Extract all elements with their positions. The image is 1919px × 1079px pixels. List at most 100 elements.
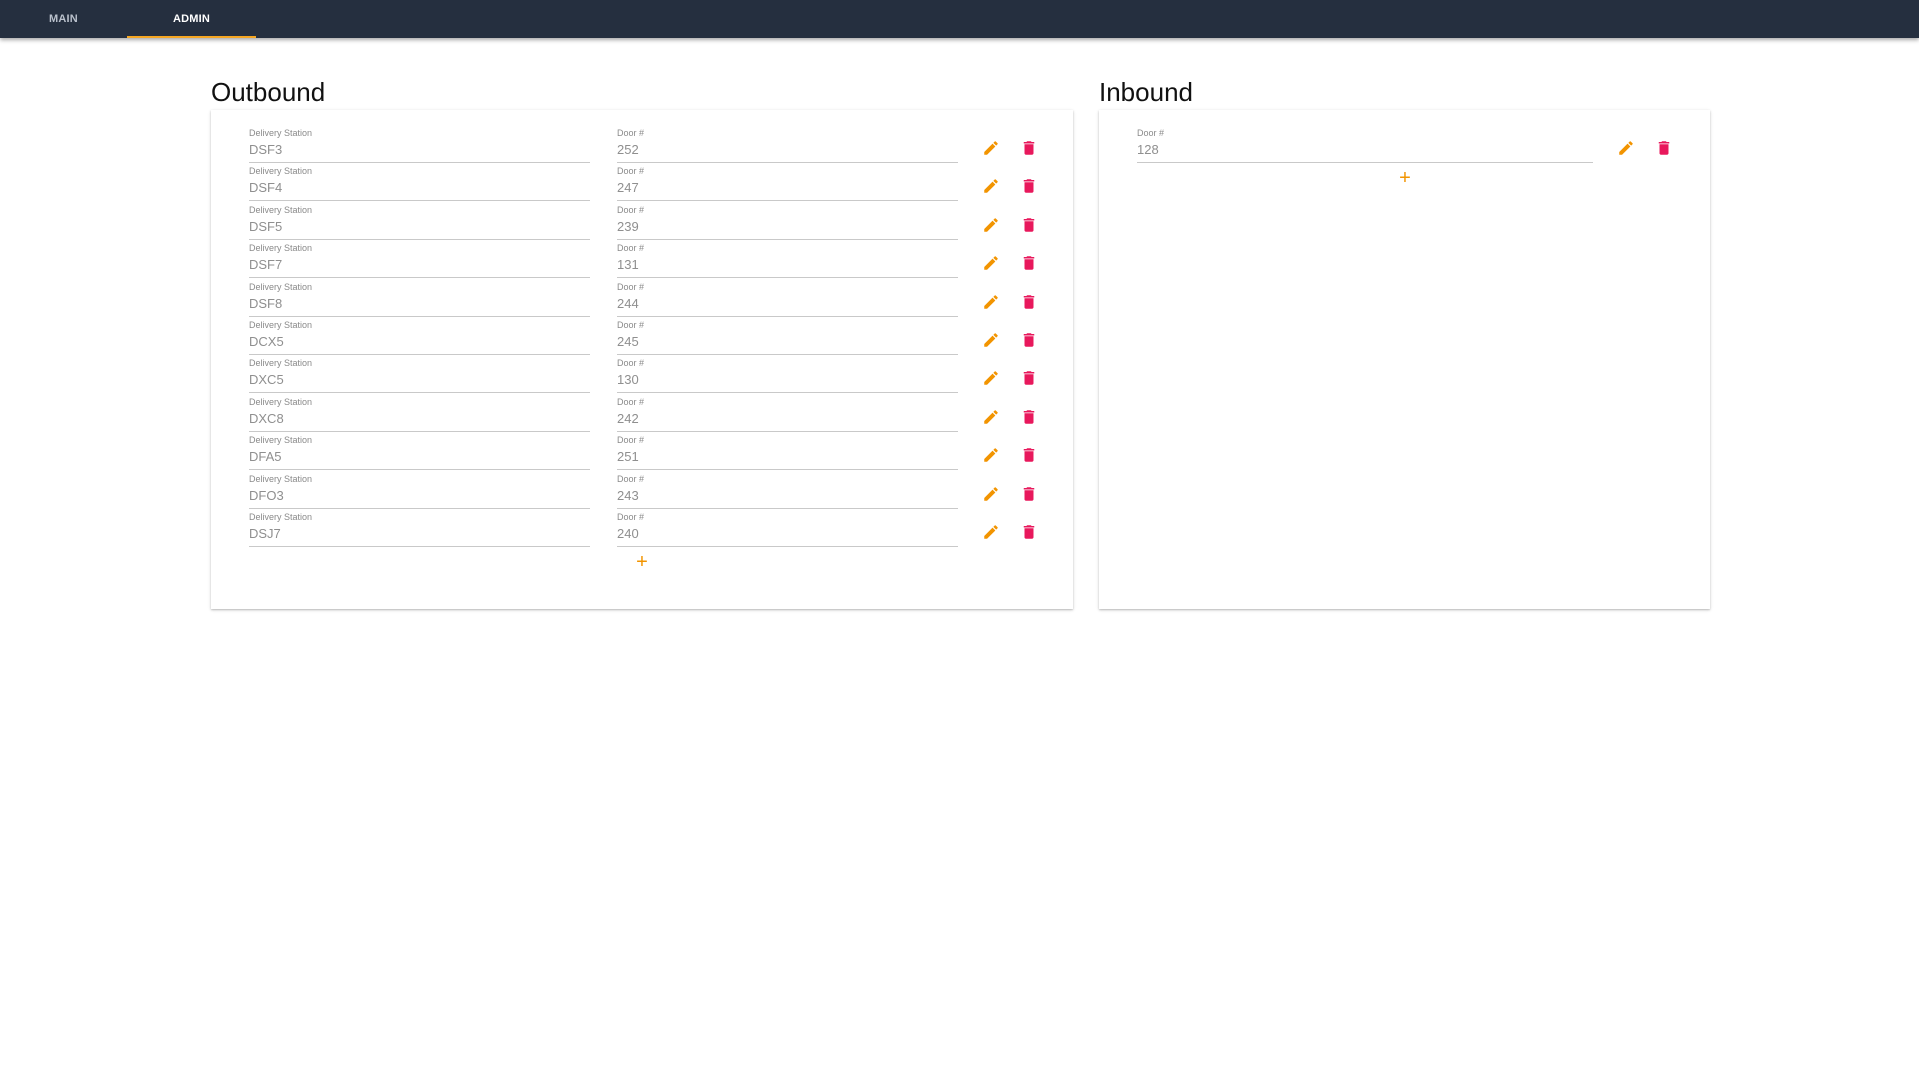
trash-icon — [1020, 446, 1038, 469]
delete-button[interactable] — [1017, 445, 1041, 469]
delivery-station-field[interactable]: Delivery Station DXC8 — [249, 397, 590, 432]
door-field-label: Door # — [617, 358, 645, 368]
delivery-station-field[interactable]: Delivery Station DSF4 — [249, 166, 590, 201]
delivery-station-field-label: Delivery Station — [249, 243, 313, 253]
delete-button[interactable] — [1017, 484, 1041, 508]
door-field-value: 247 — [617, 180, 639, 195]
edit-button[interactable] — [979, 407, 1003, 431]
door-field-label: Door # — [617, 243, 645, 253]
delivery-station-field[interactable]: Delivery Station DSF5 — [249, 205, 590, 240]
edit-button[interactable] — [979, 445, 1003, 469]
pencil-icon — [982, 293, 1000, 316]
door-field[interactable]: Door # 128 — [1137, 128, 1593, 163]
inbound-card: Door # 128 + — [1099, 110, 1710, 609]
outbound-title: Outbound — [211, 77, 326, 107]
door-field-value: 251 — [617, 449, 639, 464]
delivery-station-field-label: Delivery Station — [249, 205, 313, 215]
delivery-station-field-label: Delivery Station — [249, 397, 313, 407]
delete-button[interactable] — [1017, 368, 1041, 392]
delete-button[interactable] — [1017, 176, 1041, 200]
inbound-title: Inbound — [1099, 77, 1193, 107]
delete-button[interactable] — [1017, 292, 1041, 316]
edit-button[interactable] — [979, 368, 1003, 392]
door-field-value: 242 — [617, 411, 639, 426]
edit-button[interactable] — [979, 138, 1003, 162]
door-field-value: 131 — [617, 257, 639, 272]
delivery-station-field[interactable]: Delivery Station DFO3 — [249, 474, 590, 509]
outbound-card: Delivery Station DSF3 Door # 252 Delivery St… — [211, 110, 1073, 609]
pencil-icon — [982, 216, 1000, 239]
door-field[interactable]: Door # 242 — [617, 397, 958, 432]
pencil-icon — [982, 177, 1000, 200]
delivery-station-field-label: Delivery Station — [249, 128, 313, 138]
delivery-station-field[interactable]: Delivery Station DFA5 — [249, 435, 590, 470]
delivery-station-field[interactable]: Delivery Station DSF7 — [249, 243, 590, 278]
add-inbound-button[interactable]: + — [1393, 166, 1417, 190]
delivery-station-field-label: Delivery Station — [249, 166, 313, 176]
delete-button[interactable] — [1017, 407, 1041, 431]
pencil-icon — [982, 446, 1000, 469]
pencil-icon — [982, 331, 1000, 354]
edit-button[interactable] — [979, 292, 1003, 316]
door-field-label: Door # — [617, 512, 645, 522]
delivery-station-field-value: DXC5 — [249, 372, 284, 387]
delivery-station-field[interactable]: Delivery Station DSJ7 — [249, 512, 590, 547]
edit-button[interactable] — [1614, 138, 1638, 162]
delivery-station-field[interactable]: Delivery Station DCX5 — [249, 320, 590, 355]
door-field[interactable]: Door # 239 — [617, 205, 958, 240]
door-field[interactable]: Door # 252 — [617, 128, 958, 163]
door-field[interactable]: Door # 244 — [617, 282, 958, 317]
door-field[interactable]: Door # 131 — [617, 243, 958, 278]
delete-button[interactable] — [1017, 215, 1041, 239]
trash-icon — [1020, 331, 1038, 354]
tab-admin[interactable]: ADMIN — [127, 0, 256, 38]
door-field[interactable]: Door # 247 — [617, 166, 958, 201]
delivery-station-field-value: DCX5 — [249, 334, 284, 349]
edit-button[interactable] — [979, 522, 1003, 546]
edit-button[interactable] — [979, 176, 1003, 200]
door-field-label: Door # — [1137, 128, 1165, 138]
edit-button[interactable] — [979, 253, 1003, 277]
door-field[interactable]: Door # 243 — [617, 474, 958, 509]
door-field-label: Door # — [617, 397, 645, 407]
delete-button[interactable] — [1017, 253, 1041, 277]
trash-icon — [1655, 139, 1673, 162]
top-nav-bar: MAIN ADMIN — [0, 0, 1919, 38]
delivery-station-field-value: DSF5 — [249, 219, 283, 234]
door-field-label: Door # — [617, 166, 645, 176]
door-field-value: 128 — [1137, 142, 1159, 157]
pencil-icon — [982, 369, 1000, 392]
delete-button[interactable] — [1017, 138, 1041, 162]
delivery-station-field-label: Delivery Station — [249, 512, 313, 522]
trash-icon — [1020, 523, 1038, 546]
pencil-icon — [982, 523, 1000, 546]
door-field[interactable]: Door # 245 — [617, 320, 958, 355]
door-field-value: 252 — [617, 142, 639, 157]
add-outbound-button[interactable]: + — [630, 550, 654, 574]
delivery-station-field-value: DFA5 — [249, 449, 282, 464]
delivery-station-field[interactable]: Delivery Station DSF3 — [249, 128, 590, 163]
delivery-station-field[interactable]: Delivery Station DSF8 — [249, 282, 590, 317]
door-field-value: 244 — [617, 296, 639, 311]
delivery-station-field-value: DSJ7 — [249, 526, 281, 541]
delete-button[interactable] — [1017, 522, 1041, 546]
door-field-label: Door # — [617, 474, 645, 484]
door-field[interactable]: Door # 240 — [617, 512, 958, 547]
delivery-station-field-value: DSF8 — [249, 296, 283, 311]
trash-icon — [1020, 254, 1038, 277]
door-field[interactable]: Door # 130 — [617, 358, 958, 393]
delivery-station-field-label: Delivery Station — [249, 435, 313, 445]
delivery-station-field[interactable]: Delivery Station DXC5 — [249, 358, 590, 393]
pencil-icon — [1617, 139, 1635, 162]
delivery-station-field-label: Delivery Station — [249, 320, 313, 330]
edit-button[interactable] — [979, 215, 1003, 239]
trash-icon — [1020, 485, 1038, 508]
delete-button[interactable] — [1652, 138, 1676, 162]
door-field-value: 130 — [617, 372, 639, 387]
edit-button[interactable] — [979, 484, 1003, 508]
tab-main[interactable]: MAIN — [0, 0, 127, 38]
edit-button[interactable] — [979, 330, 1003, 354]
trash-icon — [1020, 177, 1038, 200]
delete-button[interactable] — [1017, 330, 1041, 354]
door-field[interactable]: Door # 251 — [617, 435, 958, 470]
